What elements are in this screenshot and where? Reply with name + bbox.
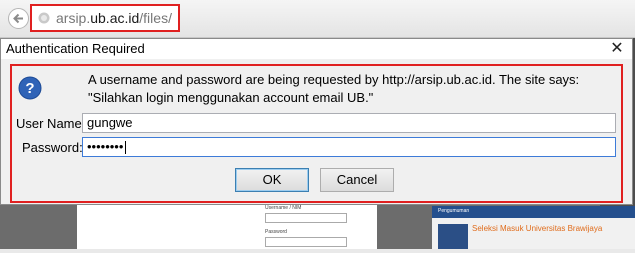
auth-message: A username and password are being reques… [88, 72, 580, 105]
dialog-titlebar: Authentication Required ✕ [1, 39, 632, 59]
back-arrow-icon [13, 13, 23, 24]
cancel-button[interactable]: Cancel [320, 168, 394, 192]
password-label: Password: [22, 140, 83, 155]
page-password-label: Password [265, 229, 287, 235]
browser-toolbar: arsip.ub.ac.id/files/ [0, 0, 635, 38]
back-button[interactable] [8, 8, 29, 29]
password-field[interactable]: •••••••• [82, 137, 616, 157]
username-field[interactable]: gungwe [82, 113, 616, 133]
page-login-form: Username / NIM Password [265, 205, 365, 253]
globe-icon [38, 12, 50, 24]
news-thumbnail [438, 224, 468, 249]
text-caret [125, 141, 127, 155]
page-password-field[interactable] [265, 237, 347, 247]
url-prefix: arsip. [56, 10, 91, 26]
svg-text:?: ? [25, 80, 34, 97]
url-domain: ub.ac.id [90, 10, 140, 26]
close-icon[interactable]: ✕ [605, 39, 629, 59]
url-text: arsip.ub.ac.id/files/ [56, 10, 172, 26]
news-header: Pengumuman [432, 206, 635, 218]
address-bar[interactable]: arsip.ub.ac.id/files/ [30, 4, 180, 32]
password-dots: •••••••• [87, 139, 124, 154]
page-username-label: Username / NIM [265, 205, 302, 211]
username-label: User Name: [16, 116, 86, 131]
news-title[interactable]: Seleksi Masuk Universitas Brawijaya [472, 224, 602, 233]
url-path: /files/ [139, 10, 172, 26]
page-username-field[interactable] [265, 213, 347, 223]
ok-button[interactable]: OK [235, 168, 309, 192]
question-icon: ? [18, 76, 42, 100]
page-news-panel: Pengumuman Seleksi Masuk Universitas Bra… [432, 206, 635, 249]
dialog-title: Authentication Required [6, 41, 145, 56]
